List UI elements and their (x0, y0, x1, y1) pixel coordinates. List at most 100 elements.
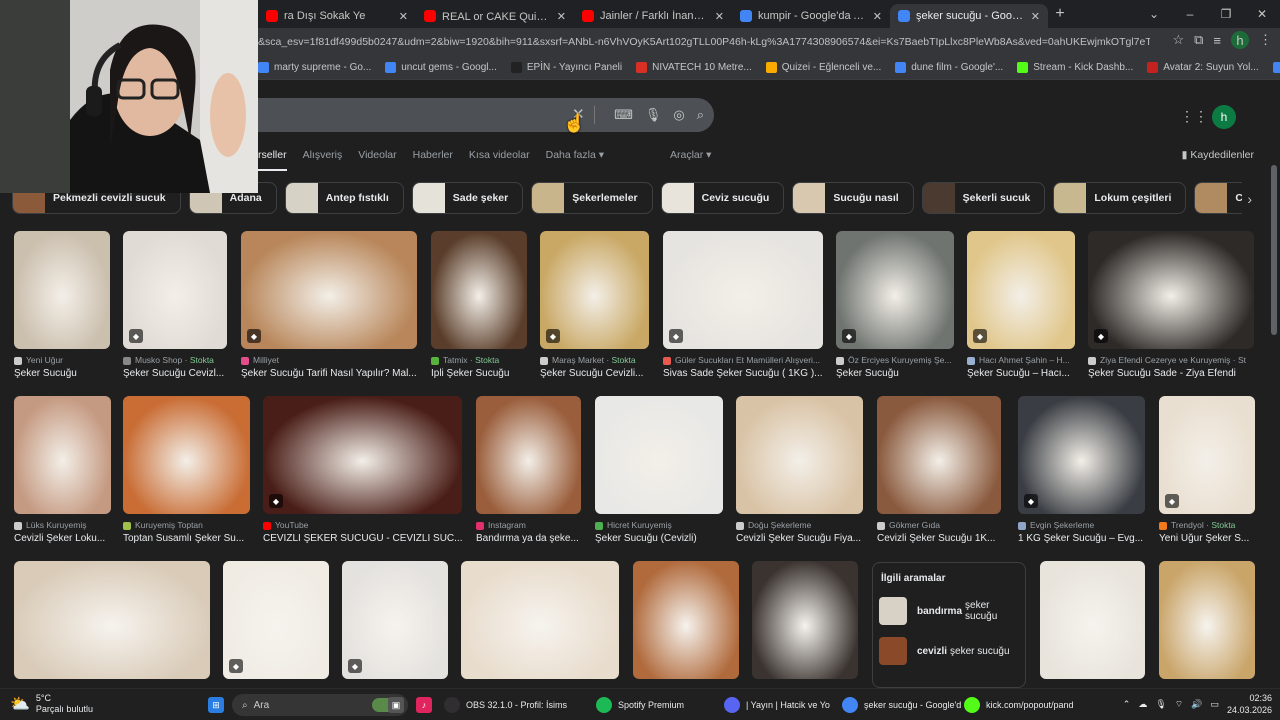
result-caption[interactable]: İpli Şeker Sucuğu (431, 368, 533, 379)
result-image[interactable]: ◆ (241, 231, 417, 349)
result-image[interactable] (736, 396, 863, 514)
result-caption[interactable]: Sivas Sade Şeker Sucuğu ( 1KG )... (663, 368, 829, 379)
refinement-chip[interactable]: Şekerlemeler (531, 182, 653, 214)
taskbar-app[interactable]: şeker sucuğu - Google'd (842, 695, 961, 715)
result-image[interactable] (1159, 561, 1255, 679)
result-image[interactable] (431, 231, 527, 349)
result-image[interactable]: ◆ (1018, 396, 1145, 514)
result-image[interactable]: ◆ (223, 561, 329, 679)
result-caption[interactable]: Cevizli Şeker Sucuğu Fiya... (736, 533, 869, 544)
result-source[interactable]: Ziya Efendi Cezerye ve Kuruyemiş · St (1088, 355, 1260, 365)
refinement-chip[interactable]: Lokum çeşitleri (1053, 182, 1187, 214)
result-source[interactable]: Lüks Kuruyemiş (14, 520, 117, 530)
result-source[interactable]: Milliyet (241, 355, 423, 365)
result-source[interactable]: Hicret Kuruyemiş (595, 520, 729, 530)
result-image[interactable] (595, 396, 723, 514)
extensions-icon[interactable]: ⧉ (1194, 32, 1203, 48)
chevron-down-icon[interactable]: ⌄ (1136, 7, 1172, 21)
result-image[interactable] (877, 396, 1001, 514)
search-tab[interactable]: Videolar (358, 149, 396, 171)
result-image[interactable]: ◆ (663, 231, 823, 349)
result-source[interactable]: Öz Erciyes Kuruyemiş Şe... (836, 355, 960, 365)
result-source[interactable]: Maraş Market · Stokta (540, 355, 655, 365)
result-source[interactable]: Yeni Uğur (14, 355, 116, 365)
search-input[interactable]: ✕ ⌨ 🎙 ◎ ⌕ (200, 98, 714, 132)
result-caption[interactable]: Cevizli Şeker Sucuğu 1K... (877, 533, 1007, 544)
result-caption[interactable]: 1 KG Şeker Sucuğu – Evg... (1018, 533, 1151, 544)
close-window-button[interactable]: ✕ (1244, 7, 1280, 21)
result-source[interactable]: Kuruyemiş Toptan (123, 520, 256, 530)
bookmark-item[interactable]: marty supreme - Go... (258, 62, 371, 73)
result-source[interactable]: Tatmix · Stokta (431, 355, 533, 365)
tiktok-icon[interactable]: ♪ (416, 695, 438, 715)
search-tab[interactable]: Haberler (413, 149, 453, 171)
volume-icon[interactable]: 🔊 (1191, 699, 1202, 710)
browser-tab[interactable]: şeker sucuğu - Google'da Ara ✕ (890, 4, 1048, 28)
close-tab-icon[interactable]: ✕ (557, 10, 566, 23)
microphone-icon[interactable]: 🎙 (645, 107, 662, 123)
clock[interactable]: 02:36 24.03.2026 (1227, 692, 1272, 716)
browser-tab[interactable]: Jainler / Farklı İnançlar - YouTub ✕ (574, 4, 732, 28)
profile-icon[interactable]: h (1231, 31, 1249, 49)
url-field[interactable]: &sca_esv=1f81df499d5b0247&udm=2&biw=1920… (258, 31, 1150, 53)
result-caption[interactable]: Şeker Sucuğu (Cevizli) (595, 533, 729, 544)
minimize-button[interactable]: – (1172, 7, 1208, 21)
result-image[interactable] (752, 561, 858, 679)
result-source[interactable]: Doğu Şekerleme (736, 520, 869, 530)
result-caption[interactable]: Şeker Sucuğu Tarifi Nasıl Yapılır? Mal..… (241, 368, 423, 379)
result-caption[interactable]: Şeker Sucuğu – Hacı... (967, 368, 1081, 379)
refinement-chip[interactable]: Sade şeker (411, 182, 524, 214)
media-icon[interactable]: ≡ (1213, 33, 1221, 48)
battery-icon[interactable]: ▭ (1210, 699, 1219, 710)
result-caption[interactable]: Şeker Sucuğu Sade - Ziya Efendi (1088, 368, 1260, 379)
result-image[interactable]: ◆ (967, 231, 1075, 349)
related-search-item[interactable]: cevizli şeker sucuğu (879, 635, 1021, 667)
result-caption[interactable]: Bandırma ya da şeke... (476, 533, 587, 544)
result-source[interactable]: Gökmer Gıda (877, 520, 1007, 530)
result-image[interactable]: ◆ (123, 231, 227, 349)
browser-tab[interactable]: REAL or CAKE Quiz? ✔🍰✖ ✕ (416, 4, 574, 28)
result-caption[interactable]: Şeker Sucuğu Cevizli... (540, 368, 655, 379)
result-image[interactable] (633, 561, 739, 679)
result-image[interactable]: ◆ (1088, 231, 1254, 349)
refinement-chip[interactable]: Antep fıstıklı (284, 182, 404, 214)
search-icon[interactable]: ⌕ (697, 107, 704, 123)
bookmark-item[interactable]: Avatar 2: Suyun Yol... (1147, 62, 1259, 73)
taskbar-app[interactable]: Spotify Premium (596, 695, 684, 715)
close-tab-icon[interactable]: ✕ (1031, 10, 1040, 23)
result-caption[interactable]: Şeker Sucuğu Cevizl... (123, 368, 233, 379)
bookmark-item[interactable]: Stream - Kick Dashb... (1017, 62, 1133, 73)
taskbar-search[interactable]: ⌕ Ara (232, 694, 408, 716)
result-image[interactable] (14, 396, 111, 514)
taskbar-app[interactable]: OBS 32.1.0 - Profil: İsims (444, 695, 567, 715)
result-image[interactable]: ◆ (836, 231, 954, 349)
tools-button[interactable]: Araçlar ▾ (670, 149, 711, 161)
weather-widget[interactable]: ⛅ 5°C Parçalı bulutlu (10, 693, 93, 715)
microphone-icon[interactable]: 🎙 (1155, 699, 1166, 710)
account-avatar[interactable]: h (1212, 105, 1236, 129)
refinement-chip[interactable]: Sucuğu nasıl (792, 182, 914, 214)
result-source[interactable]: Instagram (476, 520, 587, 530)
result-source[interactable]: Evgin Şekerleme (1018, 520, 1151, 530)
search-tab[interactable]: Alışveriş (303, 149, 343, 171)
result-source[interactable]: Hacı Ahmet Şahin – H... (967, 355, 1081, 365)
result-image[interactable]: ◆ (342, 561, 448, 679)
page-scrollbar[interactable] (1271, 165, 1277, 335)
bookmark-item[interactable]: NIVATECH 10 Metre... (636, 62, 752, 73)
result-image[interactable]: ◆ (1159, 396, 1255, 514)
search-tab[interactable]: Kısa videolar (469, 149, 530, 171)
new-tab-button[interactable]: + (1048, 5, 1072, 23)
result-source[interactable]: Güler Sucukları Et Mamülleri Alışveri... (663, 355, 829, 365)
bookmark-item[interactable]: uncut gems - Googl... (385, 62, 497, 73)
search-tab[interactable]: rseller (258, 149, 287, 171)
keyboard-icon[interactable]: ⌨ (614, 107, 633, 123)
result-image[interactable] (14, 231, 110, 349)
wifi-icon[interactable]: ⌔ (1175, 699, 1183, 710)
result-caption[interactable]: Cevizli Şeker Loku... (14, 533, 117, 544)
result-image[interactable]: ◆ (263, 396, 462, 514)
result-source[interactable]: YouTube (263, 520, 468, 530)
close-tab-icon[interactable]: ✕ (715, 10, 724, 23)
search-tab[interactable]: Daha fazla ▾ (546, 149, 604, 171)
refinement-chip[interactable]: Şekerli sucuk (921, 182, 1046, 214)
browser-tab[interactable]: ra Dışı Sokak Ye ✕ (258, 4, 416, 28)
